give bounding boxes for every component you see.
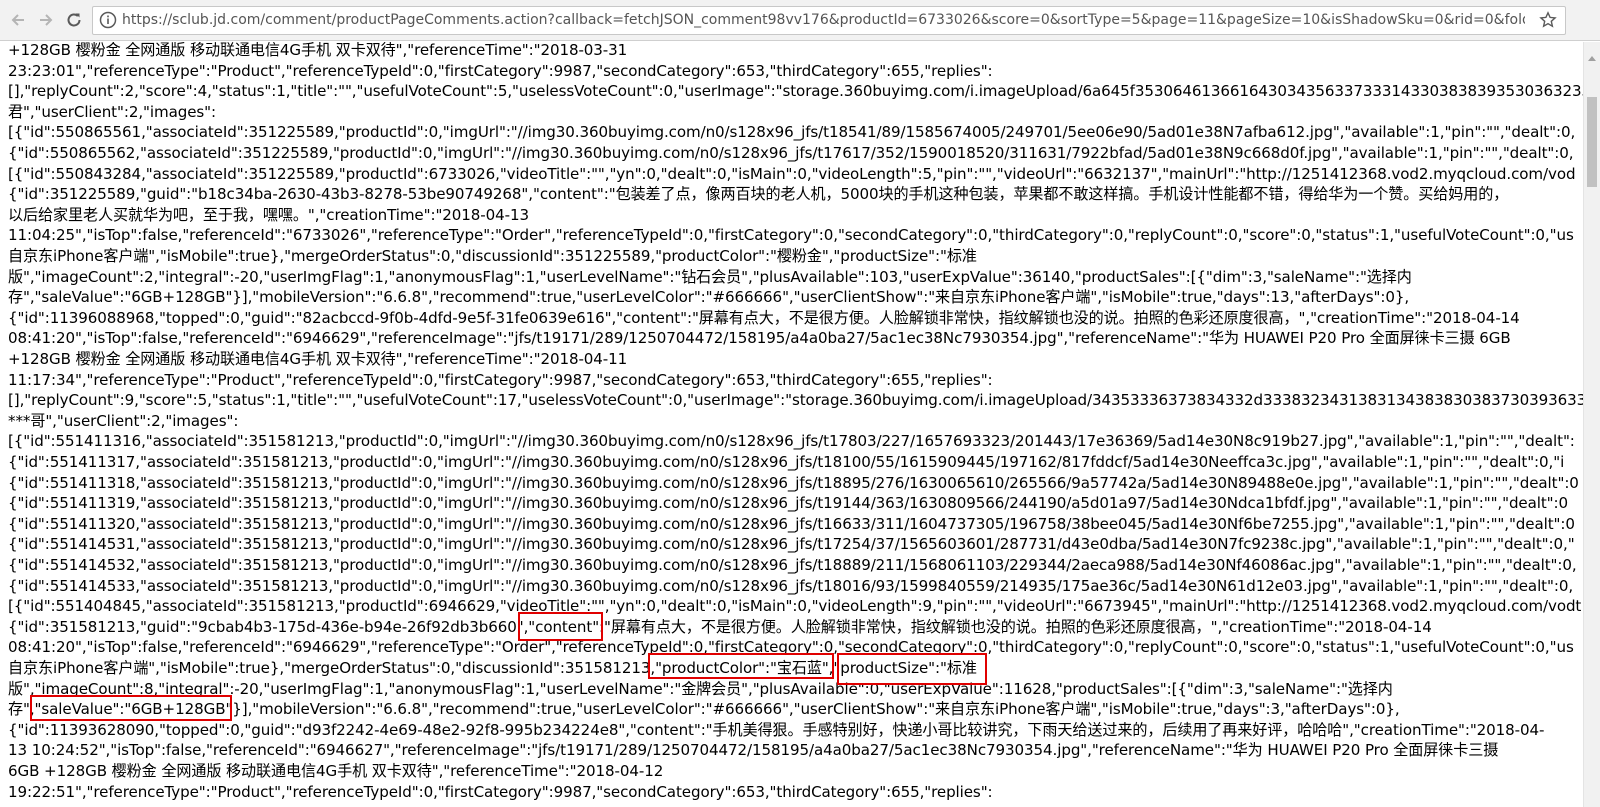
json-line: 自京东iPhone客户端","isMobile":true},"mergeOrd… — [8, 247, 977, 265]
json-line: {"id":551411318,"associateId":351581213,… — [8, 473, 1579, 492]
info-icon[interactable] — [99, 11, 117, 33]
scroll-up-icon[interactable] — [1588, 46, 1596, 65]
json-line: {"id":351225589,"guid":"b18c34ba-2630-43… — [8, 185, 1509, 204]
json-line: {"id":550865562,"associateId":351225589,… — [8, 144, 1574, 162]
json-line: {"id":551411320,"associateId":351581213,… — [8, 514, 1575, 533]
json-line: +128GB 樱粉金 全网通版 移动联通电信4G手机 双卡双待","refere… — [8, 350, 628, 368]
json-line: 11:04:25","isTop":false,"referenceId":"6… — [8, 226, 1574, 245]
json-line: 11:17:34","referenceType":"Product","ref… — [8, 370, 993, 389]
arrow-right-icon — [37, 11, 55, 29]
highlight-product-color — [648, 653, 834, 679]
reload-button[interactable] — [60, 6, 88, 34]
highlight-product-size — [837, 653, 987, 685]
json-line: [],"replyCount":2,"score":4,"status":1,"… — [8, 82, 1583, 101]
json-line: ***哥","userClient":2,"images": — [8, 411, 239, 430]
star-icon[interactable] — [1539, 11, 1557, 33]
scrollbar-thumb[interactable] — [1587, 97, 1597, 187]
json-line: 君","userClient":2,"images": — [8, 102, 216, 121]
json-line: 版","imageCount":2,"integral":-20,"userIm… — [8, 267, 1412, 286]
back-button[interactable] — [4, 6, 32, 34]
json-line: {"id":551414531,"associateId":351581213,… — [8, 535, 1575, 554]
json-line: 以后给家里老人买就华为吧，至于我，嘿嘿。","creationTime":"20… — [8, 205, 530, 224]
json-line: {"id":551411317,"associateId":351581213,… — [8, 453, 1565, 471]
json-line: [{"id":551411316,"associateId":351581213… — [8, 432, 1575, 451]
json-line: {"id":551414532,"associateId":351581213,… — [8, 556, 1577, 574]
address-bar[interactable]: https://sclub.jd.com/comment/productPage… — [92, 6, 1566, 35]
browser-toolbar: https://sclub.jd.com/comment/productPage… — [0, 0, 1600, 41]
url-text[interactable]: https://sclub.jd.com/comment/productPage… — [122, 12, 1525, 28]
json-line: {"id":551414533,"associateId":351581213,… — [8, 576, 1574, 595]
json-line: [{"id":550865561,"associateId":351225589… — [8, 123, 1576, 142]
json-response-body: +128GB 樱粉金 全网通版 移动联通电信4G手机 双卡双待","refere… — [0, 42, 1583, 807]
json-line: 存","saleValue":"6GB+128GB"}],"mobileVers… — [8, 288, 1410, 307]
json-line: 19:22:51","referenceType":"Product","ref… — [8, 782, 993, 801]
json-line: 08:41:20","isTop":false,"referenceId":"6… — [8, 329, 1511, 348]
highlight-content — [518, 612, 603, 641]
json-line: 6GB +128GB 樱粉金 全网通版 移动联通电信4G手机 双卡双待","re… — [8, 762, 664, 780]
json-line: 13 10:24:52","isTop":false,"referenceId"… — [8, 741, 1499, 760]
json-line: {"id":11396088968,"topped":0,"guid":"82a… — [8, 308, 1520, 327]
vertical-scrollbar[interactable] — [1583, 42, 1600, 807]
forward-button[interactable] — [32, 6, 60, 34]
json-line: {"id":11393628090,"topped":0,"guid":"d93… — [8, 720, 1545, 739]
json-line: {"id":351581213,"guid":"9cbab4b3-175d-43… — [8, 617, 1432, 636]
json-line: {"id":551411319,"associateId":351581213,… — [8, 494, 1569, 513]
highlight-sale-value — [30, 695, 232, 721]
json-line: [],"replyCount":9,"score":5,"status":1,"… — [8, 391, 1583, 410]
reload-icon — [65, 11, 83, 29]
arrow-left-icon — [9, 11, 27, 29]
json-line: 23:23:01","referenceType":"Product","ref… — [8, 61, 993, 80]
json-line: [{"id":550843284,"associateId":351225589… — [8, 164, 1576, 183]
json-line: +128GB 樱粉金 全网通版 移动联通电信4G手机 双卡双待","refere… — [8, 42, 628, 59]
json-line: [{"id":551404845,"associateId":351581213… — [8, 597, 1582, 616]
